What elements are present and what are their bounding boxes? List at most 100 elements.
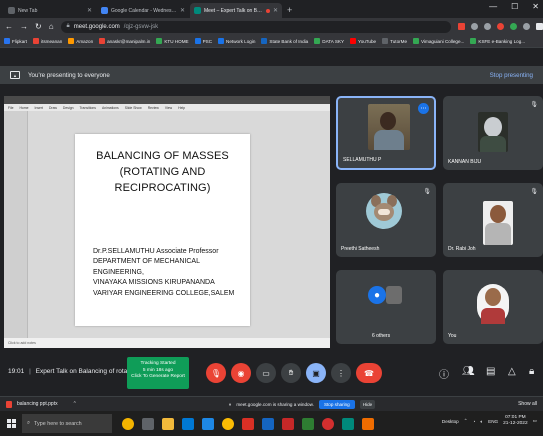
bookmark-item[interactable]: KSFE e-Banking Log... [470, 38, 525, 44]
stop-sharing-button[interactable]: Stop sharing [318, 400, 355, 409]
show-all-button[interactable]: Show all [518, 401, 537, 407]
close-icon[interactable]: ✕ [87, 7, 92, 14]
bookmark-item[interactable]: itsmeanan [33, 38, 62, 44]
powerpoint-icon[interactable] [282, 417, 294, 430]
ppt-menu-item[interactable]: Home [19, 106, 28, 110]
ppt-menu-item[interactable]: Draw [49, 106, 57, 110]
raise-hand-icon[interactable]: ✋︎ [281, 363, 301, 383]
cortana-icon[interactable] [122, 417, 134, 430]
bookmark-item[interactable]: PSC [194, 38, 212, 44]
edge-icon[interactable] [202, 417, 214, 430]
captions-icon[interactable]: ▭ [256, 363, 276, 383]
extension-icon[interactable] [522, 23, 530, 30]
ppt-menu-item[interactable]: Help [178, 106, 185, 110]
chevron-up-icon[interactable]: ⌃ [73, 401, 77, 407]
bookmark-icon [314, 38, 321, 44]
slide-thumbnails [4, 111, 28, 338]
more-options-icon[interactable]: ⋯ [418, 103, 429, 114]
participant-tile-you[interactable]: You [443, 270, 543, 344]
ppt-menu-item[interactable]: Animations [102, 106, 119, 110]
reload-icon[interactable]: ↻ [35, 22, 42, 31]
network-icon[interactable]: ◔ [473, 419, 476, 424]
bookmark-item[interactable]: TutorMe [382, 38, 407, 44]
tracking-report-button[interactable]: Tracking Started 5 min 18s ago Click To … [127, 357, 189, 389]
home-icon[interactable]: ⌂ [49, 22, 54, 31]
ppt-menu-item[interactable]: File [8, 106, 13, 110]
task-view-icon[interactable] [142, 417, 154, 430]
tab-new-tab[interactable]: New Tab ✕ [4, 3, 96, 18]
puzzle-icon[interactable] [535, 23, 543, 30]
end-call-icon[interactable]: ☎︎ [356, 363, 382, 383]
host-controls-icon[interactable]: 🔒︎ [529, 366, 534, 377]
maximize-icon[interactable]: ☐ [511, 2, 518, 11]
share-icon[interactable] [470, 23, 478, 30]
ppt-menu-item[interactable]: Review [148, 106, 159, 110]
url-input[interactable]: 🔒︎ meet.google.com/qjz-gsvw-jsk [60, 20, 451, 33]
bookmark-item[interactable]: Amazon [68, 38, 93, 44]
meet-app-icon[interactable] [342, 417, 354, 430]
bookmarks-bar: Flipkart itsmeanan Amazon anaskr@manipalm.i… [0, 35, 543, 48]
activities-icon[interactable]: △ [508, 366, 516, 377]
start-button[interactable] [0, 411, 22, 436]
forward-icon[interactable]: → [20, 22, 28, 31]
bookmark-item[interactable]: YouTube [350, 38, 376, 44]
bookmark-item[interactable]: DATA SKY [314, 38, 344, 44]
tab-meet[interactable]: Meet – Expert Talk on Balan ✕ [190, 3, 282, 18]
word-icon[interactable] [262, 417, 274, 430]
close-icon[interactable]: ✕ [180, 7, 185, 14]
hide-button[interactable]: Hide [359, 400, 376, 409]
app-icon[interactable] [362, 417, 374, 430]
participant-tile-rabi[interactable]: 🎙︎ Dr. Rabi Joh [443, 183, 543, 257]
mic-icon[interactable]: 🎙︎ [206, 363, 226, 383]
store-icon[interactable] [182, 417, 194, 430]
bookmark-item[interactable]: Network Login [218, 38, 255, 44]
participant-tile-others[interactable]: ● 6 others [336, 270, 436, 344]
star-icon[interactable] [483, 23, 491, 30]
chevron-up-icon[interactable]: ⌃ [464, 418, 468, 424]
chat-icon[interactable]: ▤ [486, 366, 495, 377]
back-icon[interactable]: ← [5, 22, 13, 31]
recording-dot-icon [265, 8, 270, 13]
app-icon[interactable] [322, 417, 334, 430]
extension-icon[interactable] [509, 23, 517, 30]
participant-video [483, 201, 513, 245]
bookmark-item[interactable]: Vimaguiani College... [413, 38, 464, 44]
taskbar-search-input[interactable]: ⌕ Type here to search [22, 414, 112, 433]
bookmark-item[interactable]: KTU HOME [156, 38, 189, 44]
download-item[interactable]: balancing ppt.pptx ⌃ [6, 400, 77, 408]
bookmark-item[interactable]: anaskr@manipalm.in [99, 38, 150, 44]
volume-icon[interactable]: 🔈︎ [480, 419, 483, 424]
notifications-icon[interactable]: ▭ [533, 418, 537, 424]
ppt-menu-item[interactable]: Insert [35, 106, 43, 110]
present-icon[interactable]: ▣ [306, 363, 326, 383]
ppt-menu-item[interactable]: Transitions [79, 106, 95, 110]
camera-icon[interactable]: ◉ [231, 363, 251, 383]
lock-icon[interactable]: 🔒︎ [67, 23, 70, 30]
extension-icon[interactable] [496, 23, 504, 30]
participant-tile-preethi[interactable]: 🎙︎ Preethi Satheesh [336, 183, 436, 257]
bookmark-item[interactable]: State Bank of India [261, 38, 308, 44]
new-tab-button[interactable]: + [287, 5, 292, 15]
office-icon[interactable] [242, 417, 254, 430]
self-video [477, 284, 509, 324]
ppt-menu-item[interactable]: Slide Show [125, 106, 142, 110]
excel-icon[interactable] [302, 417, 314, 430]
close-window-icon[interactable]: ✕ [532, 2, 539, 11]
participant-tile-kannan[interactable]: 🎙︎ KANNAN BIJU [443, 96, 543, 170]
people-icon[interactable]: 👥︎ [462, 366, 475, 377]
ppt-menu-item[interactable]: View [165, 106, 172, 110]
meet-control-bar: 19:01 | Expert Talk on Balancing of rota… [0, 352, 543, 396]
info-icon[interactable]: ⓘ [439, 366, 449, 381]
minimize-icon[interactable]: — [489, 2, 497, 11]
bookmark-item[interactable]: Flipkart [4, 38, 27, 44]
stop-presenting-button[interactable]: Stop presenting [490, 72, 533, 79]
ppt-menu-item[interactable]: Design [63, 106, 74, 110]
more-options-icon[interactable]: ⋮ [331, 363, 351, 383]
participant-tile-sellamuthu[interactable]: ⋯ SELLAMUTHU P [336, 96, 436, 170]
tab-google-calendar[interactable]: Google Calendar - Wednesday, 2 ✕ [97, 3, 189, 18]
chrome-icon[interactable] [222, 417, 234, 430]
clock[interactable]: 07:01 PM 21-12-2022 [503, 415, 528, 427]
close-icon[interactable]: ✕ [273, 7, 278, 14]
file-explorer-icon[interactable] [162, 417, 174, 430]
record-icon[interactable] [457, 23, 465, 30]
